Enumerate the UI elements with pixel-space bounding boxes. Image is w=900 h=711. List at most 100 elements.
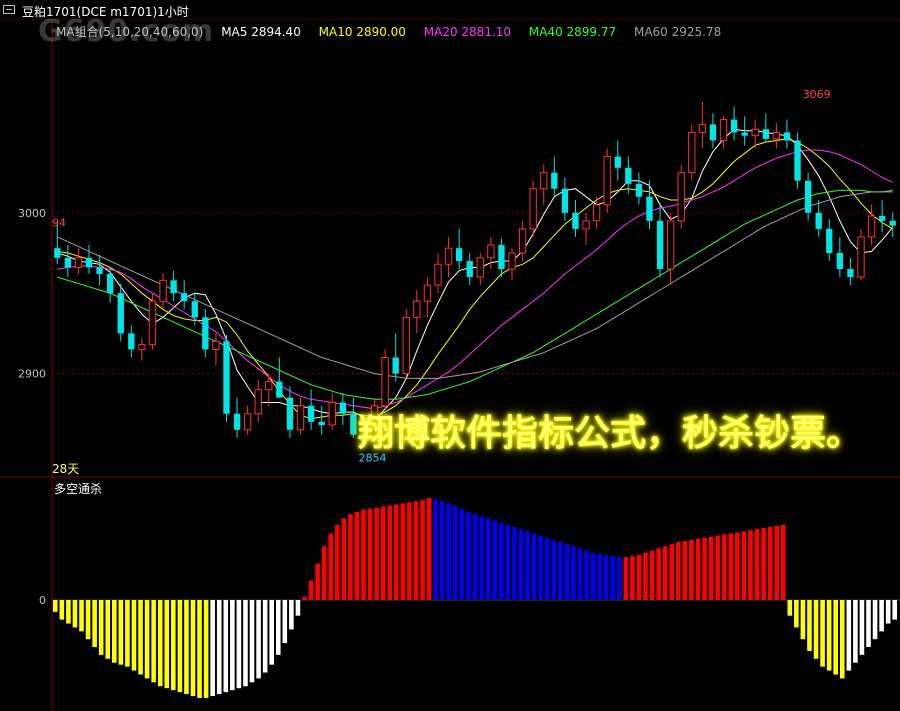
indicator-bar (735, 532, 740, 600)
indicator-bar (308, 580, 314, 600)
candle-body (815, 212, 822, 229)
indicator-bar (275, 600, 281, 655)
candle-body (276, 381, 283, 398)
indicator-bar (643, 552, 648, 600)
candle-body (540, 172, 548, 190)
indicator-bar (203, 600, 209, 698)
candle-body (572, 212, 579, 229)
candle-body (582, 220, 590, 230)
ma-legend-ma20: MA20 2881.10 (423, 25, 512, 39)
indicator-bar (446, 503, 452, 600)
indicator-bar (538, 535, 543, 600)
indicator-bar (374, 507, 379, 600)
indicator-bar (459, 508, 465, 600)
indicator-bar (885, 600, 891, 624)
candle-body (350, 413, 357, 435)
indicator-bar (190, 600, 196, 697)
candle-body (603, 156, 611, 206)
indicator-bar (780, 524, 786, 600)
indicator-bar (584, 550, 589, 600)
candle-body (688, 131, 696, 174)
candle-body (170, 280, 177, 294)
candle-body (719, 119, 728, 141)
candle-body (413, 300, 421, 318)
indicator-title: 多空通杀 (54, 482, 103, 496)
indicator-bar (649, 550, 655, 600)
indicator-bar (892, 600, 898, 620)
price-annotation: 94 (52, 216, 66, 229)
candle-body (233, 413, 241, 430)
indicator-bar (820, 600, 825, 667)
indicator-bar (341, 518, 347, 600)
candle-body (402, 316, 410, 375)
candle-body (296, 405, 305, 431)
candle-body (847, 269, 854, 278)
indicator-bar (531, 533, 537, 600)
candle-body (646, 196, 653, 221)
candle-body (878, 216, 886, 221)
ma-legend-ma5: MA5 2894.40 (221, 25, 301, 39)
candle-body (783, 132, 791, 141)
candle-body (625, 167, 632, 184)
candle-body (772, 131, 781, 140)
indicator-bar (695, 538, 701, 600)
candle-body (857, 236, 865, 278)
candle-body (423, 284, 432, 302)
candle-body (656, 220, 664, 270)
indicator-bar (603, 554, 609, 600)
ma-legend-group: MA组合(5,10,20,40,60,0) (56, 25, 204, 39)
indicator-bar (354, 511, 360, 600)
ma-legend-ma60: MA60 2925.78 (633, 25, 722, 39)
indicator-bar (361, 509, 366, 600)
candle-body (191, 301, 198, 318)
price-chart[interactable]: 29003000 0 3069285494 (0, 0, 900, 711)
indicator-bar (131, 600, 137, 671)
indicator-bar (636, 554, 642, 600)
indicator-bar (512, 526, 517, 600)
indicator-bar (492, 520, 497, 600)
indicator-bar (715, 535, 720, 600)
indicator-bar (236, 600, 242, 689)
indicator-bar (485, 518, 491, 600)
candle-body (148, 300, 157, 346)
indicator-bar (387, 505, 393, 600)
indicator-bar (295, 600, 301, 616)
indicator-bar (400, 503, 406, 600)
indicator-bar (380, 506, 386, 600)
indicator-bar (551, 539, 556, 600)
indicator-bar (813, 600, 819, 659)
candle-body (508, 252, 516, 270)
indicator-bar (577, 548, 583, 600)
candle-body (212, 340, 220, 350)
indicator-bar (112, 600, 117, 663)
indicator-bar (230, 600, 235, 691)
indicator-bar (682, 540, 688, 600)
indicator-bar (616, 557, 622, 600)
indicator-bar (505, 524, 511, 600)
indicator-bar (138, 600, 143, 675)
indicator-bar (92, 600, 97, 648)
indicator-bar (420, 500, 425, 600)
indicator-bar (728, 533, 734, 600)
indicator-bar (334, 524, 340, 600)
candle-body (762, 129, 769, 139)
indicator-bar (708, 536, 714, 600)
indicator-bar (256, 600, 261, 679)
indicator-bar (767, 526, 773, 600)
indicator-bar (177, 600, 183, 693)
indicator-bar (807, 600, 812, 651)
indicator-bar (590, 552, 596, 600)
indicator-bar (348, 514, 353, 600)
indicator-bar (439, 501, 445, 600)
indicator-bar (741, 531, 747, 600)
indicator-bar (676, 542, 681, 600)
candle-body (181, 293, 188, 302)
indicator-bar (315, 563, 320, 600)
candle-body (106, 273, 114, 294)
indicator-bar (859, 600, 865, 655)
indicator-bar (243, 600, 248, 687)
candle-body (223, 341, 230, 414)
indicator-bar (879, 600, 884, 632)
candle-body (635, 183, 643, 197)
indicator-bar (216, 600, 222, 695)
